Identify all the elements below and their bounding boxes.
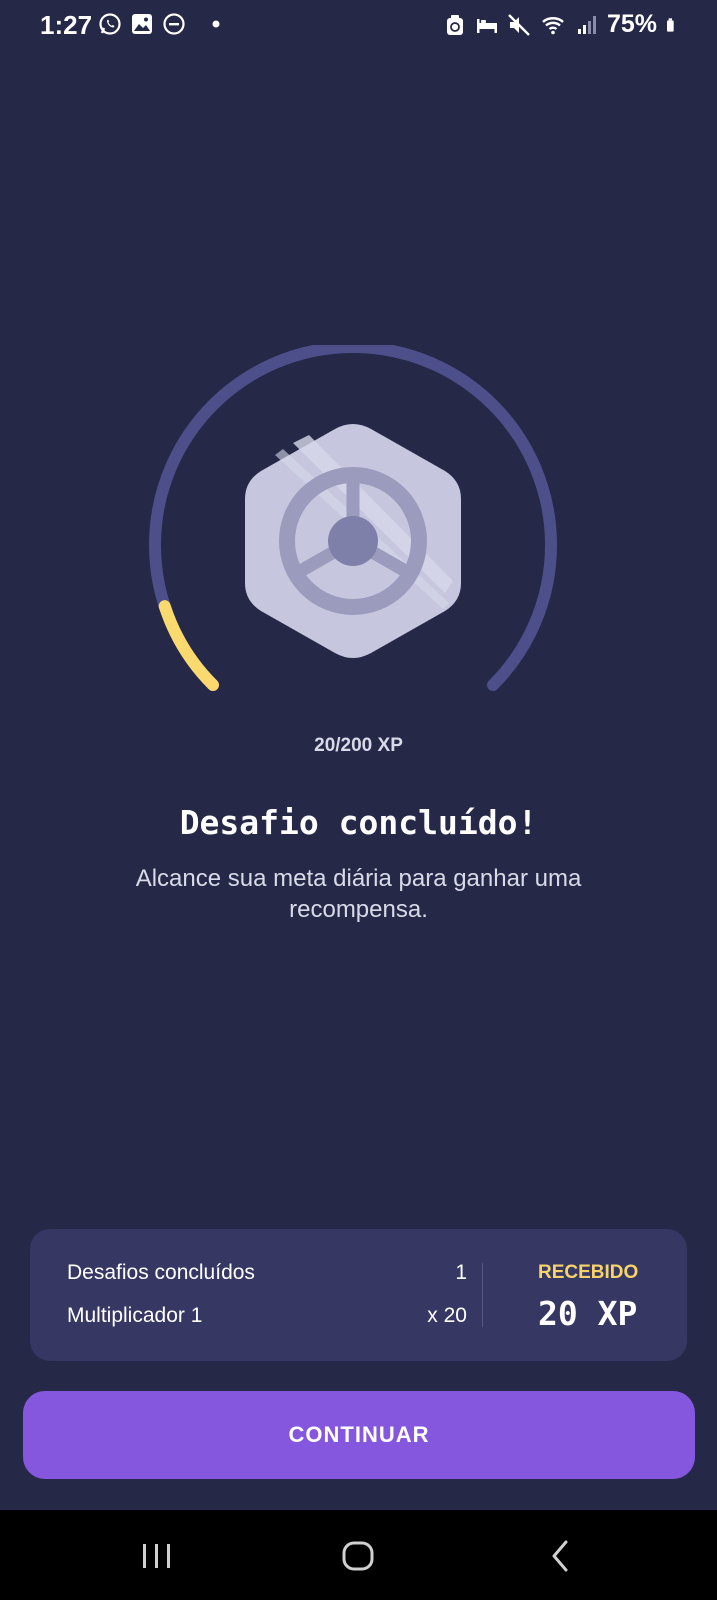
wifi-icon [542,16,564,34]
mute-icon [508,13,530,36]
status-bar: 1:27 75% [0,0,717,50]
summary-card: Desafios concluídos 1 Multiplicador 1 x … [30,1229,687,1361]
sleep-mode-icon [476,18,497,33]
summary-row-label: Multiplicador 1 [67,1304,203,1327]
battery-percent: 75% [606,10,657,38]
received-value: 20 XP [538,1294,638,1333]
status-time: 1:27 [40,10,93,40]
progress-ring-graphic [149,341,557,692]
whatsapp-icon [99,13,121,35]
signal-icon [577,15,596,34]
badge [245,424,461,658]
status-left-icons [98,12,228,36]
summary-row-value: x 20 [427,1304,467,1327]
recycle-icon [446,14,463,35]
status-right-icons: 75% [443,10,681,39]
progress-ring [148,341,568,715]
received-label: RECEBIDO [538,1262,639,1283]
recents-icon[interactable] [137,1536,177,1576]
continue-button[interactable]: CONTINUAR [23,1391,695,1479]
summary-row-value: 1 [455,1261,467,1284]
summary-row-label: Desafios concluídos [67,1261,255,1284]
back-icon[interactable] [542,1536,582,1576]
progress-fill [158,600,219,692]
dot-icon [212,20,220,28]
page-title: Desafio concluído! [179,803,538,842]
gallery-icon [132,14,152,34]
home-icon[interactable] [338,1536,378,1576]
navigation-bar [0,1510,717,1600]
do-not-disturb-icon [163,13,185,35]
page-subtitle: Alcance sua meta diária para ganhar uma … [135,865,582,923]
xp-progress-label: 20/200 XP [314,735,403,756]
summary-divider [482,1263,483,1327]
battery-icon [667,17,674,32]
